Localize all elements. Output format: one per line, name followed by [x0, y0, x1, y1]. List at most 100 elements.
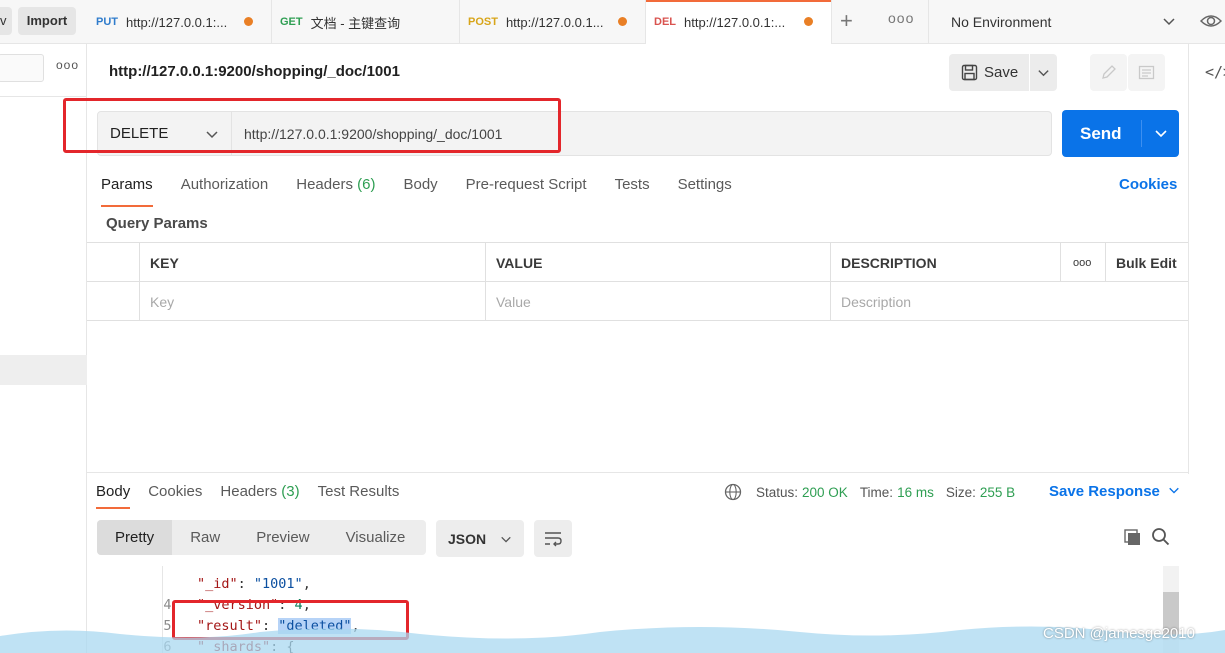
eye-icon[interactable] — [1200, 12, 1222, 30]
tab-body[interactable]: Body — [403, 176, 437, 198]
edit-pencil-icon[interactable] — [1090, 54, 1127, 91]
table-header-row: KEY VALUE DESCRIPTION ooo Bulk Edit — [87, 243, 1188, 282]
divider — [87, 472, 1188, 473]
response-tabs: Body Cookies Headers (3) Test Results — [96, 483, 417, 509]
params-table: KEY VALUE DESCRIPTION ooo Bulk Edit Key … — [87, 242, 1188, 321]
language-select[interactable]: JSON — [436, 520, 524, 557]
column-header-value: VALUE — [485, 243, 831, 282]
tab-tests[interactable]: Tests — [615, 176, 650, 198]
tab-method-label: POST — [468, 16, 498, 28]
save-dropdown-button[interactable] — [1030, 54, 1057, 91]
new-tab-plus-icon[interactable]: + — [840, 8, 853, 34]
tab-authorization[interactable]: Authorization — [181, 176, 269, 198]
key-input[interactable]: Key — [139, 282, 486, 321]
top-tab-bar: v Import PUT http://127.0.0.1:... GET 文档… — [0, 0, 1225, 44]
response-headers-count: (3) — [281, 483, 300, 500]
tab-test-results[interactable]: Test Results — [318, 483, 400, 500]
divider — [1141, 120, 1142, 147]
sidebar-selected-item[interactable] — [0, 355, 87, 385]
format-raw[interactable]: Raw — [172, 520, 238, 555]
chevron-down-icon — [1169, 487, 1179, 494]
save-button[interactable]: Save — [949, 54, 1029, 91]
divider — [1188, 44, 1189, 474]
new-button[interactable]: v — [0, 7, 12, 35]
tab-response-headers[interactable]: Headers (3) — [220, 483, 299, 500]
table-more-icon[interactable]: ooo — [1060, 243, 1105, 282]
send-button[interactable]: Send — [1062, 110, 1179, 157]
tab-method-label: GET — [280, 16, 303, 28]
value-input[interactable]: Value — [485, 282, 831, 321]
tab-pre-request-script[interactable]: Pre-request Script — [466, 176, 587, 198]
tab-response-headers-label: Headers — [220, 483, 278, 500]
size-value: 255 B — [979, 484, 1016, 500]
format-visualize[interactable]: Visualize — [328, 520, 424, 555]
tab-put-request[interactable]: PUT http://127.0.0.1:... — [88, 0, 272, 44]
wrap-lines-icon — [545, 532, 562, 547]
tab-label: http://127.0.0.1... — [505, 14, 604, 30]
status-label: Status: — [756, 484, 799, 500]
tab-label: http://127.0.0.1:... — [684, 14, 786, 30]
decorative-wave — [0, 626, 1225, 653]
tab-delete-request[interactable]: DEL http://127.0.0.1:... — [646, 0, 832, 44]
sidebar-search-input[interactable] — [0, 54, 44, 82]
save-label: Save — [984, 64, 1019, 81]
description-input[interactable]: Description — [830, 282, 1188, 321]
column-header-description: DESCRIPTION — [830, 243, 1061, 282]
more-tabs-icon[interactable]: ooo — [888, 10, 914, 26]
query-params-title: Query Params — [106, 215, 208, 232]
json-key: "_id" — [197, 576, 238, 592]
code-line: 4 "_id": "1001", — [87, 574, 310, 613]
copy-icon[interactable] — [1123, 528, 1142, 547]
chevron-down-icon[interactable] — [1154, 126, 1168, 140]
chevron-down-icon — [1038, 70, 1049, 77]
environment-selector[interactable]: No Environment — [928, 0, 1190, 44]
tab-headers-label: Headers — [296, 176, 353, 193]
language-value: JSON — [448, 530, 487, 547]
response-format-group: Pretty Raw Preview Visualize — [97, 520, 426, 555]
import-button[interactable]: Import — [18, 7, 76, 35]
tab-method-label: PUT — [96, 16, 118, 28]
size-label: Size: — [945, 484, 976, 500]
save-response-label: Save Response — [1049, 483, 1160, 500]
bulk-edit-button[interactable]: Bulk Edit — [1105, 243, 1188, 282]
code-line: 5 "_version": 4, — [87, 595, 310, 634]
headers-count: (6) — [357, 176, 376, 193]
unsaved-dot-icon — [804, 17, 813, 26]
time-value: 16 ms — [897, 484, 934, 500]
tab-method-label: DEL — [654, 16, 676, 28]
save-disk-icon — [961, 64, 978, 81]
tab-label: 文档 - 主键查询 — [310, 15, 401, 31]
environment-label: No Environment — [951, 14, 1052, 30]
tab-post-request[interactable]: POST http://127.0.0.1... — [460, 0, 646, 44]
globe-icon[interactable] — [724, 483, 742, 501]
json-tail: , — [302, 576, 311, 592]
sidebar-more-icon[interactable]: ooo — [56, 58, 79, 72]
response-status-bar: Status: 200 OK Time: 16 ms Size: 255 B — [724, 483, 1027, 501]
format-preview[interactable]: Preview — [238, 520, 327, 555]
chevron-down-icon — [1163, 18, 1175, 26]
tab-get-request[interactable]: GET 文档 - 主键查询 — [272, 0, 460, 44]
save-response-button[interactable]: Save Response — [1049, 483, 1180, 500]
format-pretty[interactable]: Pretty — [97, 520, 173, 555]
cookies-link[interactable]: Cookies — [1119, 176, 1177, 193]
wrap-lines-button[interactable] — [534, 520, 572, 557]
unsaved-dot-icon — [618, 17, 627, 26]
json-value: "1001" — [253, 576, 303, 592]
divider — [0, 96, 87, 97]
tab-response-cookies[interactable]: Cookies — [148, 483, 202, 500]
unsaved-dot-icon — [244, 17, 253, 26]
code-snippet-icon[interactable]: </> — [1205, 63, 1225, 81]
tab-label: http://127.0.0.1:... — [126, 14, 228, 30]
chevron-down-icon — [501, 536, 511, 543]
search-icon[interactable] — [1151, 527, 1170, 546]
tab-settings[interactable]: Settings — [678, 176, 732, 198]
time-label: Time: — [859, 484, 894, 500]
request-title: http://127.0.0.1:9200/shopping/_doc/1001 — [109, 63, 400, 80]
tab-headers[interactable]: Headers (6) — [296, 176, 375, 198]
request-tabs: Params Authorization Headers (6) Body Pr… — [101, 176, 760, 207]
tab-params[interactable]: Params — [101, 176, 153, 207]
documentation-icon[interactable] — [1128, 54, 1165, 91]
tab-response-body[interactable]: Body — [96, 483, 131, 509]
status-value: 200 OK — [802, 484, 848, 500]
table-row: Key Value Description — [87, 282, 1188, 321]
